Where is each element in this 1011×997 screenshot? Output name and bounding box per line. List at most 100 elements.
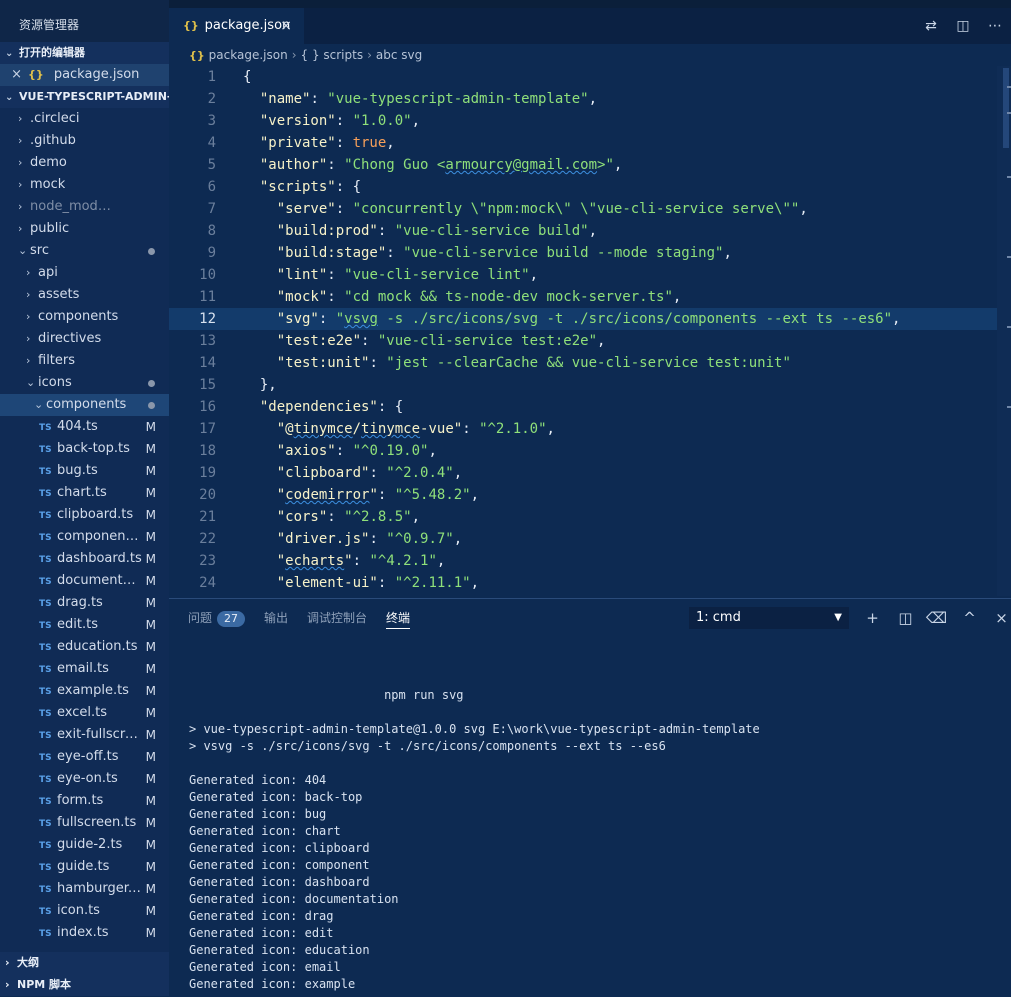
chevron-right-icon: › [26,354,31,367]
outline-section[interactable]: › 大纲 [0,952,174,974]
project-label: VUE-TYPESCRIPT-ADMIN-... [19,90,169,103]
code-line[interactable]: 19 "clipboard": "^2.0.4", [169,462,1011,484]
terminal-line: Generated icon: back-top [189,790,363,804]
close-panel-icon[interactable]: × [986,599,1011,637]
code-line[interactable]: 10 "lint": "vue-cli-service lint", [169,264,1011,286]
tree-file[interactable]: TS exit-fullscree...M [0,724,169,746]
tree-folder[interactable]: › .github [0,130,169,152]
code-line[interactable]: 3 "version": "1.0.0", [169,110,1011,132]
code-line[interactable]: 9 "build:stage": "vue-cli-service build … [169,242,1011,264]
tree-file[interactable]: TS fullscreen.ts M [0,812,169,834]
breadcrumb-scripts[interactable]: { } scripts [301,48,364,62]
code-editor[interactable]: 1{2 "name": "vue-typescript-admin-templa… [169,66,1011,596]
tree-folder[interactable]: › filters [0,350,169,372]
tree-file[interactable]: TS drag.ts M [0,592,169,614]
open-editors-section[interactable]: ⌄ 打开的编辑器 [0,42,169,64]
tree-folder[interactable]: › .circleci [0,108,169,130]
code-line[interactable]: 24 "element-ui": "^2.11.1", [169,572,1011,594]
code-line[interactable]: 1{ [169,66,1011,88]
code-line[interactable]: 7 "serve": "concurrently \"npm:mock\" \"… [169,198,1011,220]
tab-debug-console[interactable]: 调试控制台 [307,599,367,637]
tab-problems[interactable]: 问题 27 [188,599,246,637]
code-text: "test:e2e": "vue-cli-service test:e2e", [243,330,606,352]
tree-folder[interactable]: › directives [0,328,169,350]
code-line[interactable]: 21 "cors": "^2.8.5", [169,506,1011,528]
tree-file[interactable]: TS hamburger.ts M [0,878,169,900]
npm-scripts-section[interactable]: › NPM 脚本 [0,974,174,996]
tree-folder[interactable]: › api [0,262,169,284]
tab-terminal[interactable]: 终端 [386,608,411,629]
tree-file[interactable]: TS chart.ts M [0,482,169,504]
code-token: >" [597,157,614,173]
code-line[interactable]: 11 "mock": "cd mock && ts-node-dev mock-… [169,286,1011,308]
close-icon[interactable]: × [0,64,22,86]
code-token: : [327,509,345,525]
terminal-select[interactable]: 1: cmd ▼ [689,607,849,629]
tree-file[interactable]: TS excel.ts M [0,702,169,724]
breadcrumb-svg[interactable]: abc svg [376,48,422,62]
tab-package-json[interactable]: {} package.json × [169,8,304,44]
code-line[interactable]: 5 "author": "Chong Guo <armourcy@gmail.c… [169,154,1011,176]
code-token: : [335,201,353,217]
tree-file[interactable]: TS eye-off.ts M [0,746,169,768]
code-line[interactable]: 20 "codemirror": "^5.48.2", [169,484,1011,506]
tree-file[interactable]: TS back-top.ts M [0,438,169,460]
code-line[interactable]: 17 "@tinymce/tinymce-vue": "^2.1.0", [169,418,1011,440]
more-actions-icon[interactable]: ⋯ [979,8,1011,44]
code-line[interactable]: 18 "axios": "^0.19.0", [169,440,1011,462]
code-line[interactable]: 12 "svg": "vsvg -s ./src/icons/svg -t ./… [169,308,1011,330]
tree-file[interactable]: TS documentati... M [0,570,169,592]
code-line[interactable]: 23 "echarts": "^4.2.1", [169,550,1011,572]
breadcrumb-file[interactable]: package.json [209,48,288,62]
tree-file[interactable]: TS guide-2.ts M [0,834,169,856]
tree-file-label: back-top.ts [57,441,130,456]
tree-folder[interactable]: › demo [0,152,169,174]
tab-output[interactable]: 输出 [264,599,288,637]
code-line[interactable]: 2 "name": "vue-typescript-admin-template… [169,88,1011,110]
tree-file[interactable]: TS index.ts M [0,922,169,944]
terminal-line: Generated icon: 404 [189,773,327,787]
code-line[interactable]: 4 "private": true, [169,132,1011,154]
tree-file[interactable]: TS education.ts M [0,636,169,658]
split-editor-icon[interactable]: ◫ [947,8,979,44]
tree-file[interactable]: TS guide.ts M [0,856,169,878]
code-line[interactable]: 16 "dependencies": { [169,396,1011,418]
code-line[interactable]: 15 }, [169,374,1011,396]
editor-scroll-thumb[interactable] [1003,68,1009,148]
tree-file[interactable]: TS email.ts M [0,658,169,680]
tree-file[interactable]: TS component.ts M [0,526,169,548]
code-line[interactable]: 22 "driver.js": "^0.9.7", [169,528,1011,550]
trash-icon[interactable]: ⌫ [921,599,952,637]
code-line[interactable]: 6 "scripts": { [169,176,1011,198]
code-line[interactable]: 13 "test:e2e": "vue-cli-service test:e2e… [169,330,1011,352]
code-token: , [411,509,421,525]
tab-close-icon[interactable]: × [280,8,292,44]
open-changes-icon[interactable]: ⇄ [915,8,947,44]
tree-file[interactable]: TS example.ts M [0,680,169,702]
tree-file[interactable]: TS eye-on.ts M [0,768,169,790]
tree-folder[interactable]: › public [0,218,169,240]
editor-scrollbar[interactable] [997,66,1011,596]
tree-file[interactable]: TS form.ts M [0,790,169,812]
tree-folder[interactable]: › node_modules [0,196,169,218]
tree-file[interactable]: TS clipboard.ts M [0,504,169,526]
tree-folder-components[interactable]: ⌄ components [0,394,169,416]
tree-folder[interactable]: ⌄ icons [0,372,169,394]
maximize-panel-icon[interactable]: ^ [954,599,985,637]
code-line[interactable]: 14 "test:unit": "jest --clearCache && vu… [169,352,1011,374]
tree-file[interactable]: TS 404.ts M [0,416,169,438]
tree-file[interactable]: TS dashboard.ts M [0,548,169,570]
tree-folder[interactable]: › mock [0,174,169,196]
tree-file[interactable]: TS edit.ts M [0,614,169,636]
tree-folder[interactable]: › assets [0,284,169,306]
tree-folder[interactable]: › components [0,306,169,328]
tree-folder[interactable]: ⌄ src [0,240,169,262]
new-terminal-icon[interactable]: + [857,599,888,637]
tree-file[interactable]: TS icon.ts M [0,900,169,922]
modified-badge: M [145,508,156,522]
tree-file[interactable]: TS bug.ts M [0,460,169,482]
open-editor-package-json[interactable]: × {} package.json [0,64,169,86]
split-terminal-icon[interactable]: ◫ [890,599,921,637]
code-line[interactable]: 8 "build:prod": "vue-cli-service build", [169,220,1011,242]
project-section[interactable]: ⌄ VUE-TYPESCRIPT-ADMIN-... [0,86,169,108]
